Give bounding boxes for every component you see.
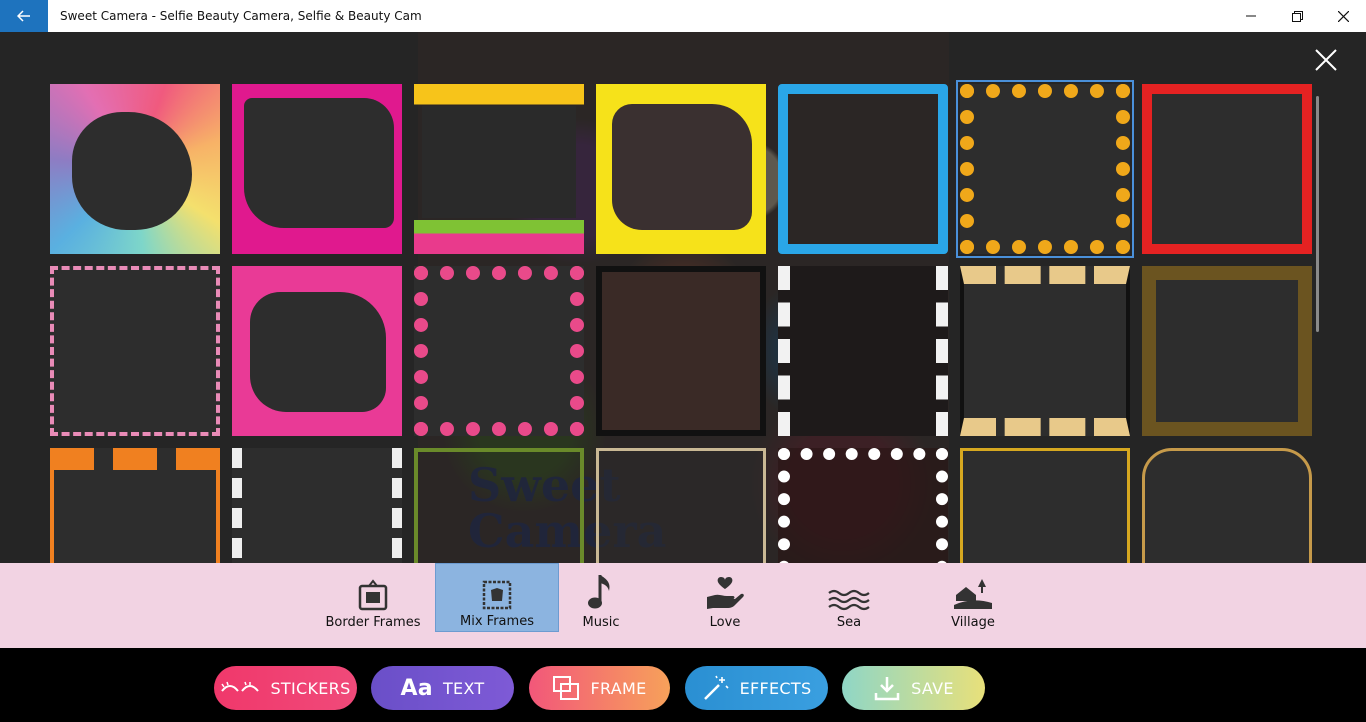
window-title: Sweet Camera - Selfie Beauty Camera, Sel…	[60, 9, 422, 23]
minimize-button[interactable]	[1228, 0, 1274, 32]
frame-thumbnail[interactable]	[232, 266, 402, 436]
frame-thumbnail[interactable]	[1142, 266, 1312, 436]
frame-thumbnail[interactable]	[596, 84, 766, 254]
close-icon	[1315, 49, 1337, 71]
stickers-label: STICKERS	[270, 678, 351, 698]
frame-thumbnail[interactable]	[414, 448, 584, 563]
restore-button[interactable]	[1274, 0, 1320, 32]
category-village[interactable]: Village	[911, 563, 1035, 632]
download-icon	[873, 675, 901, 701]
scrollbar[interactable]	[1316, 96, 1319, 332]
window-controls	[1228, 0, 1366, 32]
music-note-icon	[588, 575, 610, 609]
text-button[interactable]: Aa TEXT	[371, 666, 514, 710]
category-love[interactable]: Love	[663, 563, 787, 632]
frame-thumbnail[interactable]	[1142, 448, 1312, 563]
category-music[interactable]: Music	[539, 563, 663, 632]
frame-icon	[358, 579, 388, 611]
back-button[interactable]	[0, 0, 48, 32]
save-label: SAVE	[911, 678, 954, 698]
frame-thumbnail[interactable]	[50, 448, 220, 563]
close-picker-button[interactable]	[1308, 42, 1344, 78]
restore-icon	[1291, 10, 1303, 22]
frame-thumbnail[interactable]	[960, 448, 1130, 563]
category-bar: Border Frames Mix Frames Music Love Sea …	[0, 563, 1366, 648]
category-border-frames[interactable]: Border Frames	[311, 563, 435, 632]
save-button[interactable]: SAVE	[842, 666, 985, 710]
close-icon	[1337, 10, 1349, 22]
frame-thumbnail[interactable]	[778, 84, 948, 254]
frame-thumbnail[interactable]	[596, 266, 766, 436]
frame-thumbnail[interactable]	[232, 448, 402, 563]
waves-icon	[828, 589, 870, 611]
frame-thumbnail[interactable]	[50, 84, 220, 254]
title-bar: Sweet Camera - Selfie Beauty Camera, Sel…	[0, 0, 1366, 32]
mix-frame-icon	[482, 580, 512, 610]
text-label: TEXT	[442, 678, 485, 698]
frame-picker-area: Sweet Camera	[0, 32, 1366, 563]
village-icon	[954, 579, 992, 609]
sticker-icon	[220, 681, 260, 695]
back-arrow-icon	[17, 10, 30, 22]
category-label: Music	[582, 615, 620, 630]
frame-tool-icon	[552, 675, 580, 701]
frame-thumbnail[interactable]	[232, 84, 402, 254]
category-label: Sea	[836, 615, 862, 630]
stickers-button[interactable]: STICKERS	[214, 666, 357, 710]
frame-thumbnail[interactable]	[1142, 84, 1312, 254]
frame-thumbnail-selected[interactable]	[956, 80, 1134, 258]
category-label: Love	[709, 615, 741, 630]
category-label: Village	[951, 615, 995, 630]
frame-thumbnail[interactable]	[414, 266, 584, 436]
heart-hand-icon	[707, 577, 744, 609]
frame-thumbnail[interactable]	[778, 266, 948, 436]
frame-thumbnail[interactable]	[960, 266, 1130, 436]
magic-wand-icon	[702, 674, 730, 702]
category-label: Mix Frames	[460, 614, 534, 629]
frame-label: FRAME	[590, 678, 647, 698]
text-icon: Aa	[400, 675, 433, 701]
frame-thumbnail[interactable]	[778, 448, 948, 563]
frame-thumbnail[interactable]	[414, 84, 584, 254]
minimize-icon	[1246, 15, 1256, 17]
close-window-button[interactable]	[1320, 0, 1366, 32]
frame-thumbnail[interactable]	[50, 266, 220, 436]
category-label: Border Frames	[325, 615, 421, 630]
effects-button[interactable]: EFFECTS	[685, 666, 828, 710]
effects-label: EFFECTS	[739, 678, 812, 698]
category-sea[interactable]: Sea	[787, 563, 911, 632]
bottom-toolbar: STICKERS Aa TEXT FRAME EFFECTS SAVE	[0, 648, 1366, 722]
frame-thumbnail[interactable]	[596, 448, 766, 563]
frame-button[interactable]: FRAME	[529, 666, 670, 710]
